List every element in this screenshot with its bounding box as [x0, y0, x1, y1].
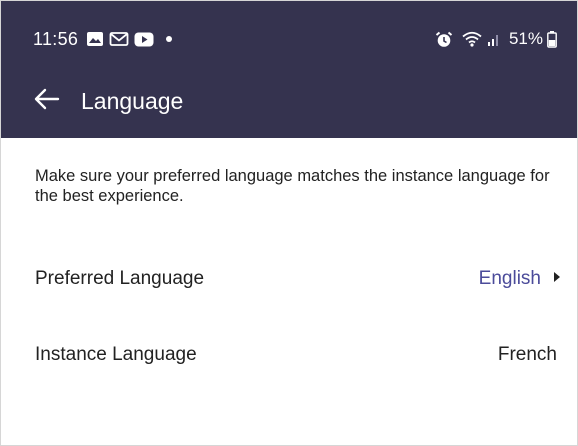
status-bar: 11:56 51% — [33, 27, 557, 51]
dot-icon — [165, 35, 173, 43]
image-notification-icon — [86, 31, 104, 47]
signal-icon — [487, 31, 501, 47]
preferred-language-label: Preferred Language — [35, 268, 205, 289]
battery-icon — [547, 30, 557, 48]
intro-text: Make sure your preferred language matche… — [35, 167, 550, 205]
app-header: 11:56 51% Language — [1, 1, 577, 138]
wifi-icon — [462, 31, 482, 47]
battery-percent: 51% — [508, 29, 543, 48]
arrow-left-icon — [34, 88, 60, 115]
instance-language-label: Instance Language — [35, 344, 197, 365]
status-left: 11:56 — [33, 29, 178, 50]
app-screen: 11:56 51% Language Make sure your prefer… — [0, 0, 578, 446]
youtube-icon — [134, 32, 154, 47]
alarm-icon — [435, 31, 453, 48]
language-settings: Make sure your preferred language matche… — [1, 138, 577, 445]
page-title: Language — [81, 87, 184, 114]
gmail-icon — [109, 31, 129, 47]
instance-language-row: Instance Language French — [35, 340, 561, 370]
caret-right-icon[interactable] — [553, 270, 561, 288]
status-right: 51% — [435, 29, 557, 49]
preferred-language-row[interactable]: Preferred Language English — [35, 264, 561, 294]
preferred-language-selector[interactable]: English — [479, 268, 561, 290]
status-time: 11:56 — [33, 28, 79, 49]
preferred-language-value[interactable]: English — [479, 268, 541, 290]
toolbar: Language — [1, 81, 577, 121]
instance-language-value: French — [497, 344, 557, 365]
back-button[interactable] — [27, 81, 67, 121]
